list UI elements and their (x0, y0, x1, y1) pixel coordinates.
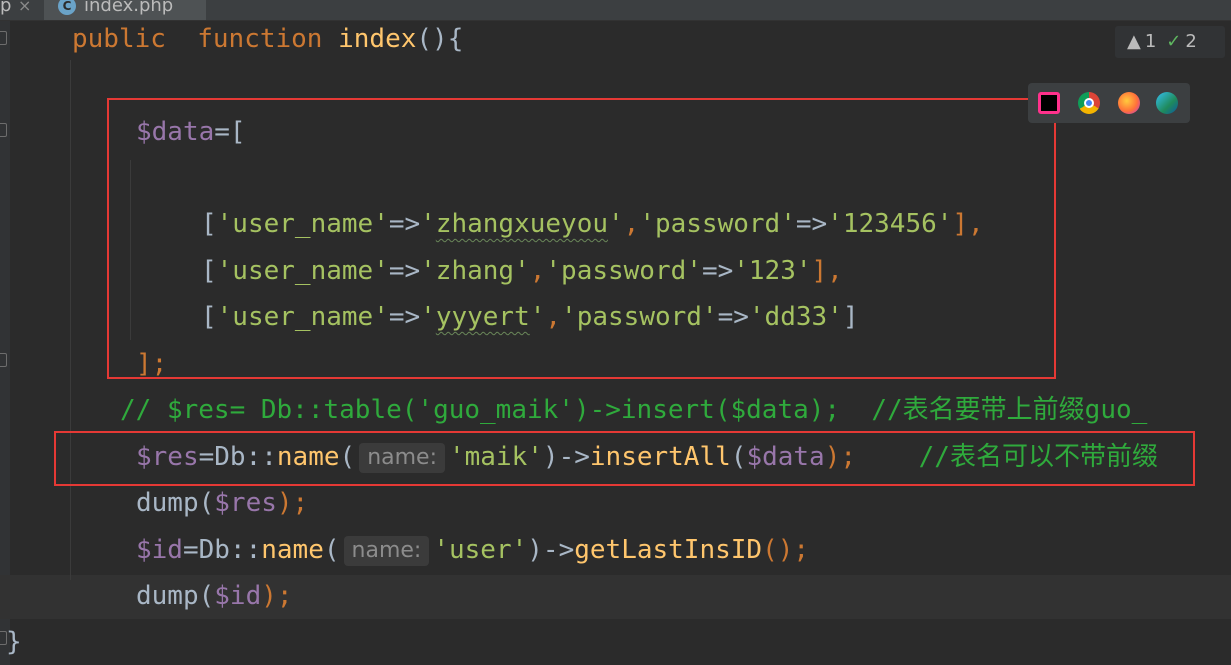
fold-marker-icon[interactable] (0, 31, 7, 45)
editor-gutter (0, 21, 10, 665)
phpstorm-icon[interactable] (1038, 92, 1060, 114)
comment: // $res= Db::table('guo_maik')->insert($… (120, 395, 1148, 425)
method-name: name (261, 535, 324, 565)
function-call: dump (136, 581, 199, 611)
tab-previous-label: p (0, 0, 12, 16)
punctuation: ( (198, 488, 215, 518)
punctuation: ( (323, 535, 340, 565)
punctuation: } (6, 627, 22, 657)
operator: )-> (527, 535, 575, 565)
parameter-hint: name: (343, 536, 430, 566)
method-name: getLastInsID (574, 535, 763, 565)
variable: $id (136, 535, 183, 565)
code-line-10[interactable]: $id=Db::name(name:'user')->getLastInsID(… (136, 533, 809, 567)
indent-guide (70, 60, 71, 580)
code-line-12[interactable]: } (6, 625, 22, 659)
operator: =Db:: (182, 535, 262, 565)
variable: $res (214, 488, 277, 518)
punctuation: ); (276, 488, 309, 518)
annotation-box-insertall (54, 431, 1195, 486)
warning-count: 1 (1144, 31, 1157, 52)
keyword: public (72, 24, 166, 54)
punctuation: (); (762, 535, 810, 565)
warning-icon: ▲ (1127, 31, 1141, 52)
code-line-9[interactable]: dump($res); (136, 486, 308, 520)
chrome-icon[interactable] (1078, 92, 1100, 114)
code-line-1[interactable]: public function index(){ (72, 22, 463, 56)
tab-index-php-label: index.php (84, 0, 174, 16)
edge-icon[interactable] (1156, 92, 1178, 114)
keyword: function (197, 24, 323, 54)
browser-preview-toolbar (1028, 83, 1190, 123)
code-line-7-comment[interactable]: // $res= Db::table('guo_maik')->insert($… (120, 393, 1147, 427)
variable: $id (214, 581, 262, 611)
weak-warning-icon: ✓ (1166, 31, 1182, 52)
code-line-11[interactable]: dump($id); (136, 579, 293, 613)
annotation-box-data-array (107, 98, 1056, 379)
inspection-widget[interactable]: ▲ 1 ✓ 2 (1115, 26, 1225, 58)
firefox-icon[interactable] (1118, 92, 1140, 114)
function-name: index (338, 24, 417, 54)
tab-previous-file[interactable]: p × (0, 0, 40, 20)
fold-marker-icon[interactable] (0, 123, 7, 137)
string: 'user' (433, 535, 528, 565)
editor-tab-bar: p × Cindex.php (0, 0, 1231, 21)
punctuation: ); (261, 581, 293, 611)
php-file-icon: C (58, 0, 76, 15)
punctuation: (){ (416, 24, 464, 54)
tab-index-php[interactable]: Cindex.php (44, 0, 206, 20)
punctuation: ( (198, 581, 215, 611)
function-call: dump (136, 488, 199, 518)
weak-warning-count: 2 (1185, 31, 1197, 52)
close-icon[interactable]: × (18, 0, 31, 18)
fold-marker-icon[interactable] (0, 353, 7, 367)
